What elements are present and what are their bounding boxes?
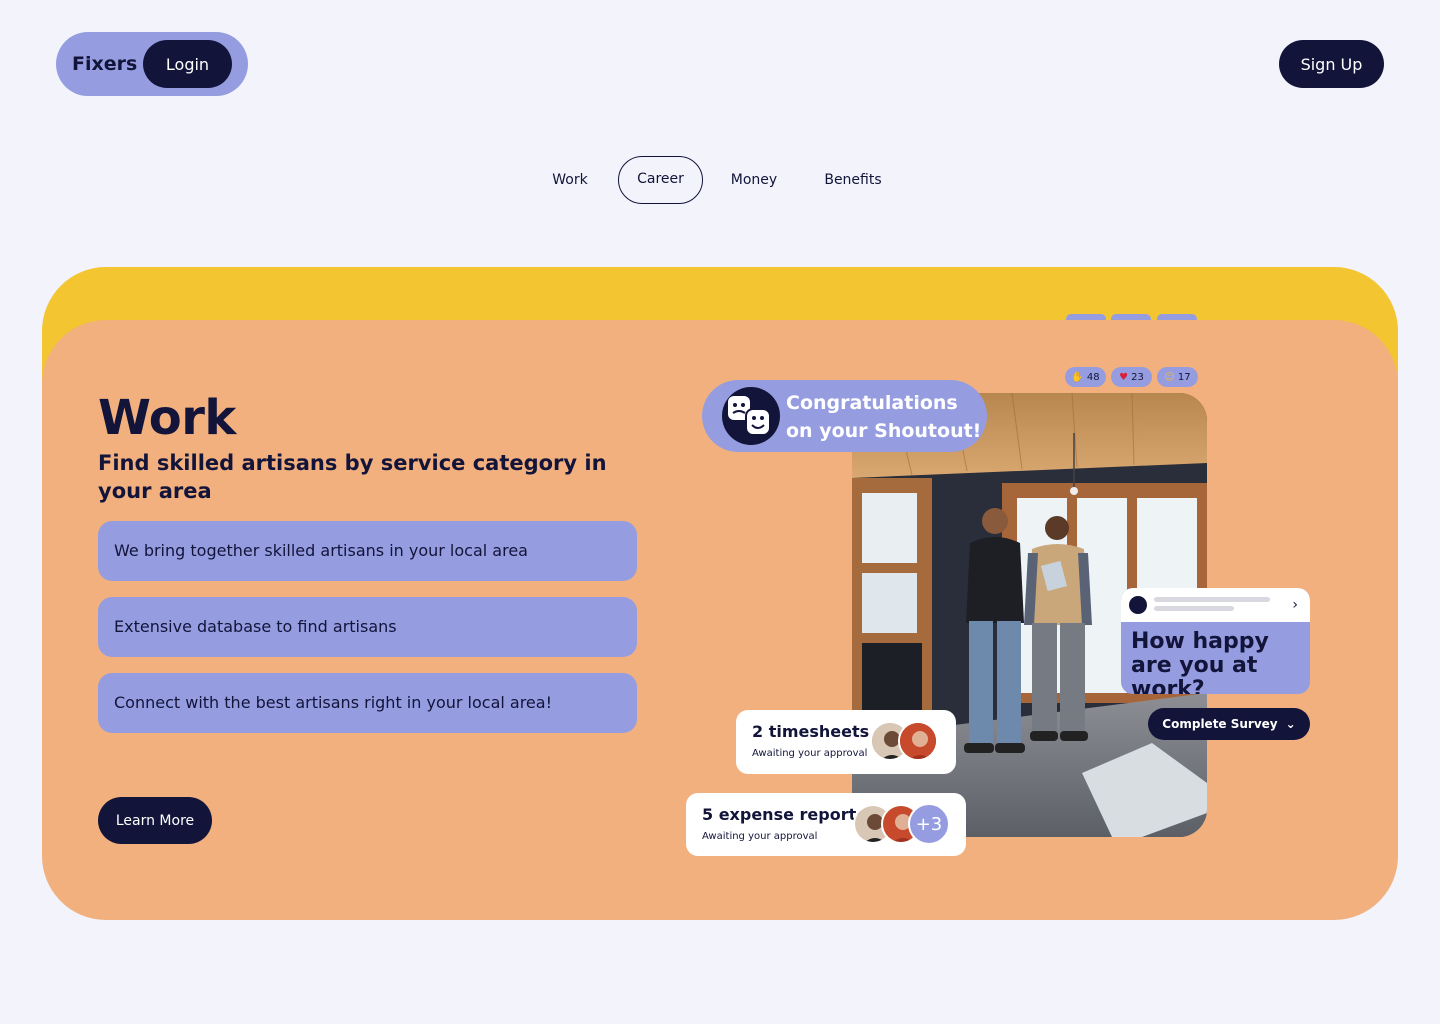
placeholder-line bbox=[1154, 606, 1234, 611]
approval-title: 5 expense reports bbox=[702, 805, 866, 824]
login-button[interactable]: Login bbox=[143, 40, 232, 88]
brand-pill: Fixers Login bbox=[56, 32, 248, 96]
timesheets-card[interactable]: 2 timesheets Awaiting your approval bbox=[736, 710, 956, 774]
tab-work[interactable]: Work bbox=[541, 156, 599, 204]
reaction-count: 48 bbox=[1086, 371, 1100, 383]
laugh-icon: ☺ bbox=[1164, 371, 1175, 383]
shoutout-text: Congratulations on your Shoutout! bbox=[786, 392, 982, 442]
complete-survey-button[interactable]: Complete Survey ⌄ bbox=[1148, 708, 1310, 740]
survey-card[interactable]: › How happy are you at work? bbox=[1121, 588, 1310, 694]
hero-title: Work bbox=[98, 390, 236, 446]
feature-item: Connect with the best artisans right in … bbox=[98, 673, 637, 733]
tab-career[interactable]: Career bbox=[618, 156, 703, 204]
heart-icon: ♥ bbox=[1119, 371, 1129, 383]
tab-benefits[interactable]: Benefits bbox=[816, 156, 890, 204]
survey-avatar bbox=[1129, 596, 1147, 614]
chevron-right-icon[interactable]: › bbox=[1292, 597, 1298, 613]
reaction-count: 17 bbox=[1177, 371, 1191, 383]
feature-item: Extensive database to find artisans bbox=[98, 597, 637, 657]
brand-logo[interactable]: Fixers bbox=[72, 32, 137, 96]
survey-header: › bbox=[1121, 588, 1310, 622]
chevron-down-icon: ⌄ bbox=[1285, 717, 1296, 731]
survey-question: How happy are you at work? bbox=[1131, 629, 1269, 695]
hero-subtitle: Find skilled artisans by service categor… bbox=[98, 451, 607, 503]
feature-item: We bring together skilled artisans in yo… bbox=[98, 521, 637, 581]
tab-money[interactable]: Money bbox=[722, 156, 786, 204]
reaction-count: 23 bbox=[1131, 371, 1144, 383]
approval-subtitle: Awaiting your approval bbox=[752, 748, 868, 759]
clap-icon: ✋ bbox=[1071, 371, 1084, 383]
masks-icon bbox=[722, 387, 780, 445]
avatar bbox=[898, 721, 938, 761]
more-avatars-badge: +3 bbox=[908, 803, 950, 845]
reaction-heart[interactable]: ♥ 23 bbox=[1111, 367, 1152, 387]
reaction-laugh[interactable]: ☺ 17 bbox=[1157, 367, 1198, 387]
learn-more-button[interactable]: Learn More bbox=[98, 797, 212, 844]
survey-button-label: Complete Survey bbox=[1162, 717, 1278, 731]
category-tabs: Work Career Money Benefits bbox=[0, 156, 1440, 204]
approval-subtitle: Awaiting your approval bbox=[702, 831, 818, 842]
signup-button[interactable]: Sign Up bbox=[1279, 40, 1384, 88]
expense-reports-card[interactable]: 5 expense reports Awaiting your approval… bbox=[686, 793, 966, 856]
shoutout-bubble: Congratulations on your Shoutout! bbox=[702, 380, 987, 452]
reaction-clap[interactable]: ✋ 48 bbox=[1065, 367, 1106, 387]
approval-title: 2 timesheets bbox=[752, 722, 870, 741]
placeholder-line bbox=[1154, 597, 1270, 602]
